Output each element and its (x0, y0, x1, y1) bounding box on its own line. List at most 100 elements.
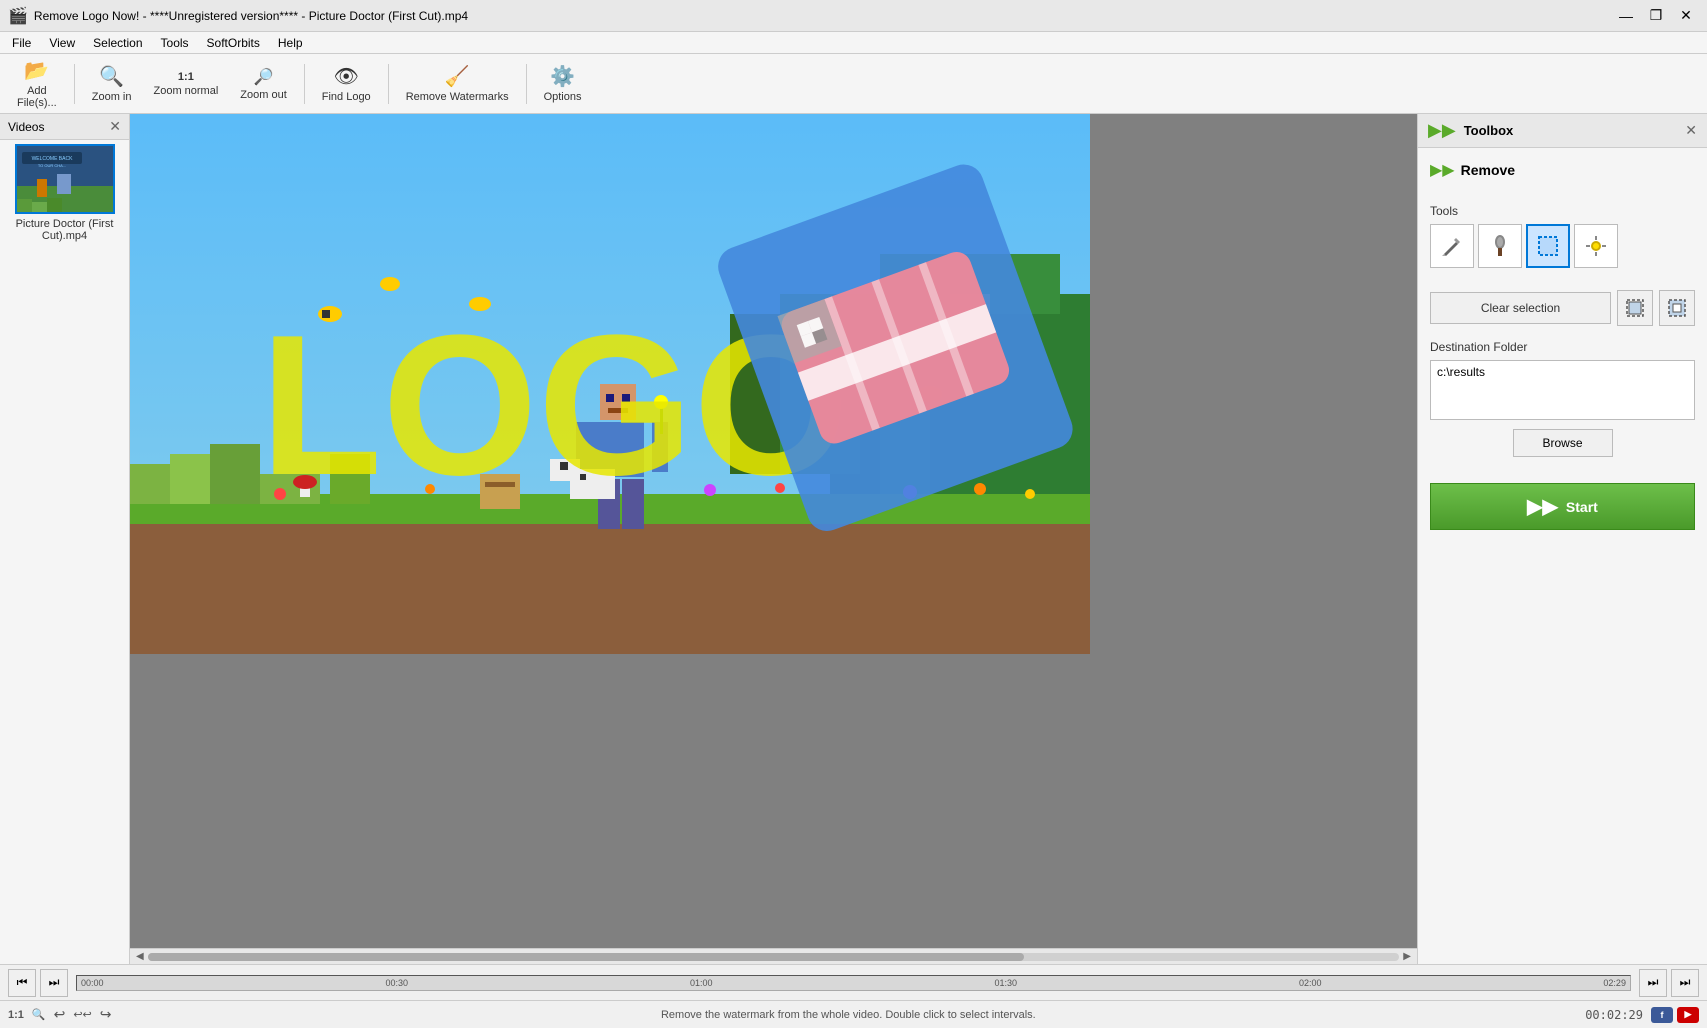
social-icons: f ▶ (1651, 1007, 1699, 1023)
menu-tools[interactable]: Tools (153, 34, 197, 52)
rectangle-tool-button[interactable] (1526, 224, 1570, 268)
undo-icon[interactable]: ↩ (54, 1006, 66, 1023)
find-logo-button[interactable]: 👁 Find Logo (313, 58, 380, 110)
clear-selection-button[interactable]: Clear selection (1430, 292, 1611, 324)
timeline-track[interactable]: 00:00 00:30 01:00 01:30 02:00 02:29 (76, 975, 1631, 991)
timeline-start-button[interactable]: ⏮ (8, 969, 36, 997)
timeline-end-button[interactable]: ⏭ (1639, 969, 1667, 997)
options-label: Options (544, 91, 582, 103)
zoom-normal-button[interactable]: 1:1 Zoom normal (144, 58, 227, 110)
video-thumbnail: WELCOME BACK TO OUR CHA... (15, 144, 115, 214)
zoom-out-icon: 🔎 (254, 67, 274, 87)
browse-button[interactable]: Browse (1513, 429, 1613, 457)
remove-watermarks-button[interactable]: 🧹 Remove Watermarks (397, 58, 518, 110)
toolbox-arrow-icon: ▶▶ (1428, 120, 1456, 141)
restore-button[interactable]: ❐ (1643, 6, 1669, 26)
timeline-next-frame-button[interactable]: ⏭ (1671, 969, 1699, 997)
timeline-controls: ⏮ ⏭ 00:00 00:30 01:00 01:30 02:00 02:29 … (0, 964, 1707, 1000)
title-bar-controls: — ❐ ✕ (1613, 6, 1699, 26)
toolbar-sep-2 (304, 64, 305, 104)
scroll-right-arrow[interactable]: ▶ (1401, 951, 1413, 962)
magic-wand-tool-button[interactable] (1574, 224, 1618, 268)
pencil-icon (1440, 234, 1464, 258)
game-scene-svg: LOGO (130, 114, 1090, 654)
zoom-in-button[interactable]: 🔍 Zoom in (83, 58, 141, 110)
svg-text:TO OUR CHA...: TO OUR CHA... (37, 163, 65, 168)
video-item[interactable]: WELCOME BACK TO OUR CHA... Picture Docto… (0, 140, 129, 246)
zoom-in-icon: 🔍 (99, 64, 124, 89)
magic-wand-icon (1584, 234, 1608, 258)
scrollbar-track[interactable] (148, 953, 1400, 961)
toolbar: 📂 Add File(s)... 🔍 Zoom in 1:1 Zoom norm… (0, 54, 1707, 114)
toolbar-sep-4 (526, 64, 527, 104)
add-files-icon: 📂 (24, 58, 49, 83)
toolbox-title-area: ▶▶ Toolbox (1428, 120, 1513, 141)
toolbox-close-button[interactable]: ✕ (1685, 122, 1697, 139)
invert-selection-button[interactable] (1659, 290, 1695, 326)
destination-folder-input[interactable] (1430, 360, 1695, 420)
zoom-icon: 🔍 (32, 1008, 46, 1021)
brush-tool-button[interactable] (1478, 224, 1522, 268)
zoom-out-label: Zoom out (240, 89, 286, 101)
menu-softorbits[interactable]: SoftOrbits (199, 34, 268, 52)
toolbar-sep-1 (74, 64, 75, 104)
destination-folder-label: Destination Folder (1430, 340, 1695, 354)
menu-view[interactable]: View (41, 34, 83, 52)
remove-watermarks-icon: 🧹 (445, 64, 470, 89)
youtube-icon[interactable]: ▶ (1677, 1007, 1699, 1023)
remove-section: ▶▶ Remove (1430, 160, 1695, 190)
tools-section-label: Tools (1430, 204, 1695, 218)
remove-label: Remove (1461, 162, 1515, 178)
menu-bar: File View Selection Tools SoftOrbits Hel… (0, 32, 1707, 54)
find-logo-icon: 👁 (334, 64, 359, 89)
status-text: Remove the watermark from the whole vide… (112, 1009, 1586, 1021)
left-panel: Videos ✕ WELCOME BACK TO OUR CHA... (0, 114, 130, 964)
facebook-icon[interactable]: f (1651, 1007, 1673, 1023)
zoom-normal-label: Zoom normal (153, 85, 218, 97)
scroll-left-arrow[interactable]: ◀ (134, 951, 146, 962)
start-label: Start (1566, 499, 1598, 515)
zoom-out-button[interactable]: 🔎 Zoom out (231, 58, 295, 110)
options-icon: ⚙️ (550, 64, 575, 89)
menu-help[interactable]: Help (270, 34, 311, 52)
add-files-button[interactable]: 📂 Add File(s)... (8, 58, 66, 110)
right-panel: ▶▶ Toolbox ✕ ▶▶ Remove Tools (1417, 114, 1707, 964)
redo-icon[interactable]: ↪ (100, 1006, 112, 1023)
menu-selection[interactable]: Selection (85, 34, 150, 52)
remove-arrow-icon: ▶▶ (1430, 160, 1455, 180)
pencil-tool-button[interactable] (1430, 224, 1474, 268)
start-button[interactable]: ▶▶ Start (1430, 483, 1695, 530)
menu-file[interactable]: File (4, 34, 39, 52)
close-button[interactable]: ✕ (1673, 6, 1699, 26)
videos-panel-header: Videos ✕ (0, 114, 129, 140)
step-back-icon[interactable]: ↩↩ (73, 1008, 91, 1021)
title-bar: 🎬 Remove Logo Now! - ****Unregistered ve… (0, 0, 1707, 32)
start-arrow-icon: ▶▶ (1527, 494, 1558, 519)
select-all-icon (1625, 298, 1645, 318)
find-logo-label: Find Logo (322, 91, 371, 103)
status-right: 00:02:29 f ▶ (1585, 1007, 1699, 1023)
zoom-level: 1:1 (8, 1009, 24, 1021)
timeline-prev-frame-button[interactable]: ⏭ (40, 969, 68, 997)
main-area: Videos ✕ WELCOME BACK TO OUR CHA... (0, 114, 1707, 964)
video-filename: Picture Doctor (First Cut).mp4 (4, 218, 125, 242)
videos-close-button[interactable]: ✕ (109, 118, 121, 135)
rectangle-icon (1536, 234, 1560, 258)
horizontal-scrollbar[interactable]: ◀ ▶ (130, 948, 1417, 964)
selection-row: Clear selection (1430, 290, 1695, 326)
options-button[interactable]: ⚙️ Options (535, 58, 591, 110)
video-canvas[interactable]: LOGO (130, 114, 1417, 948)
minimize-button[interactable]: — (1613, 6, 1639, 26)
video-thumb-svg: WELCOME BACK TO OUR CHA... (17, 144, 113, 214)
select-all-button[interactable] (1617, 290, 1653, 326)
toolbar-sep-3 (388, 64, 389, 104)
tools-row (1430, 224, 1695, 268)
add-files-label: Add File(s)... (17, 85, 57, 109)
canvas-area: LOGO (130, 114, 1417, 964)
svg-text:WELCOME BACK: WELCOME BACK (31, 156, 73, 162)
zoom-normal-ratio: 1:1 (178, 71, 194, 83)
title-bar-left: 🎬 Remove Logo Now! - ****Unregistered ve… (8, 6, 468, 26)
tools-section: Tools (1430, 204, 1695, 268)
toolbox-title: Toolbox (1464, 123, 1514, 138)
zoom-in-label: Zoom in (92, 91, 132, 103)
